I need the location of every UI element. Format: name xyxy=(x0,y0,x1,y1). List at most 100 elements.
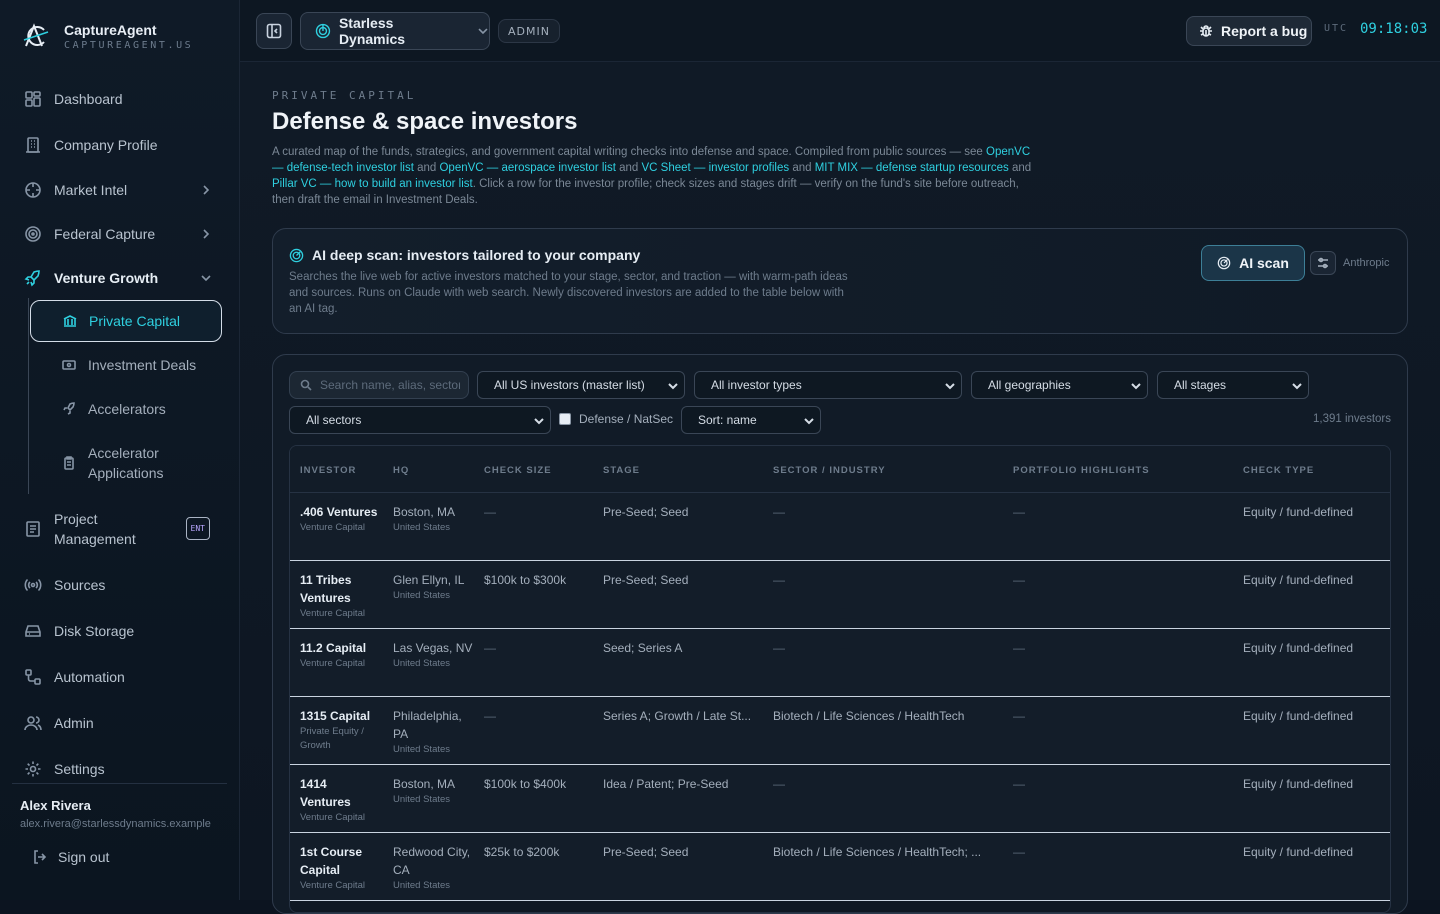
table-row[interactable]: 1st Course Capital Venture Capital Redwoo… xyxy=(290,833,1390,901)
sub-item-accelerators-label: Accelerators xyxy=(88,401,166,417)
broadcast-icon xyxy=(24,578,42,592)
sub-item-private-capital[interactable]: Private Capital xyxy=(30,300,222,342)
stage-cell: Series A; Growth / Late St... xyxy=(603,709,752,723)
provider-label: Anthropic xyxy=(1343,257,1390,269)
nav-admin[interactable]: Admin xyxy=(12,703,228,743)
column-header[interactable]: STAGE xyxy=(603,465,640,476)
chevron-down-icon xyxy=(668,383,678,390)
table-header: INVESTOR HQ CHECK SIZE STAGE SECTOR / IN… xyxy=(290,446,1390,493)
stage-select-value: All stages xyxy=(1174,378,1227,392)
column-header[interactable]: HQ xyxy=(393,465,409,476)
nav-project-management-label: Project Management xyxy=(54,511,136,547)
vc-sheet-link[interactable]: VC Sheet — investor profiles xyxy=(641,162,789,174)
ai-scan-button[interactable]: AI scan xyxy=(1201,245,1305,281)
table-row[interactable]: 11 Tribes Ventures Venture Capital Glen E… xyxy=(290,561,1390,629)
defense-natsec-checkbox[interactable] xyxy=(559,413,571,425)
nav-sources[interactable]: Sources xyxy=(12,565,228,605)
portfolio-cell: — xyxy=(1013,777,1025,791)
bug-icon xyxy=(1200,25,1212,37)
nav-federal-capture[interactable]: Federal Capture xyxy=(12,214,228,254)
nav-company-profile[interactable]: Company Profile xyxy=(12,125,228,165)
table-row[interactable]: 1315 Capital Private Equity / Growth Phil… xyxy=(290,697,1390,765)
stage-select[interactable]: All stages xyxy=(1157,371,1309,399)
toggle-sidebar-button[interactable] xyxy=(256,13,292,49)
investor-cell: 1414 Ventures Venture Capital xyxy=(300,775,380,825)
column-header[interactable]: PORTFOLIO HIGHLIGHTS xyxy=(1013,465,1150,476)
investor-name: 11.2 Capital xyxy=(300,641,367,655)
nav-venture-growth-label: Venture Growth xyxy=(54,270,159,286)
column-header[interactable]: CHECK SIZE xyxy=(484,465,552,476)
investor-cell: .406 Ventures Venture Capital xyxy=(300,503,380,535)
report-bug-label: Report a bug xyxy=(1221,23,1308,39)
check-size-cell: — xyxy=(484,505,496,519)
investor-type-select[interactable]: All investor types xyxy=(694,371,962,399)
table-row[interactable]: 1414 Ventures Venture Capital Boston, MA U… xyxy=(290,765,1390,833)
sort-select[interactable]: Sort: name xyxy=(681,406,821,434)
sector-cell: — xyxy=(773,641,785,655)
nav-market-intel-label: Market Intel xyxy=(54,182,128,198)
report-bug-button[interactable]: Report a bug xyxy=(1186,16,1312,46)
investor-type: Venture Capital xyxy=(300,522,365,533)
hq-city: Glen Ellyn, IL xyxy=(393,573,465,587)
nav-project-management[interactable]: Project Management ENT xyxy=(12,508,228,550)
nav-disk-storage-label: Disk Storage xyxy=(54,623,135,639)
defense-natsec-filter[interactable]: Defense / NatSec xyxy=(559,412,673,426)
investor-type: Venture Capital xyxy=(300,812,365,823)
org-switcher[interactable]: Starless Dynamics xyxy=(300,12,490,50)
investor-name: 1414 Ventures xyxy=(300,777,351,809)
sector-cell: — xyxy=(773,777,785,791)
chevron-down-icon xyxy=(201,275,211,282)
sector-select[interactable]: All sectors xyxy=(289,406,551,434)
column-header[interactable]: SECTOR / INDUSTRY xyxy=(773,465,886,476)
investor-cell: 1315 Capital Private Equity / Growth xyxy=(300,707,380,753)
geography-select[interactable]: All geographies xyxy=(971,371,1148,399)
topbar: Starless Dynamics ADMIN Report a bug UTC… xyxy=(240,0,1440,62)
investor-name: .406 Ventures xyxy=(300,505,378,519)
nav-dashboard[interactable]: Dashboard xyxy=(12,79,228,119)
table-row[interactable]: .406 Ventures Venture Capital Boston, MA U… xyxy=(290,493,1390,561)
table-row[interactable]: 11.2 Capital Venture Capital Las Vegas, N… xyxy=(290,629,1390,697)
nav-company-profile-label: Company Profile xyxy=(54,137,158,153)
investor-type: Venture Capital xyxy=(300,658,365,669)
portfolio-cell: — xyxy=(1013,573,1025,587)
log-out-icon xyxy=(34,850,47,864)
chevron-down-icon xyxy=(945,383,955,390)
bank-icon xyxy=(63,315,77,327)
search-input[interactable] xyxy=(320,378,460,392)
user-divider xyxy=(12,783,227,784)
check-type-cell: Equity / fund-defined xyxy=(1243,641,1354,655)
pillar-vc-link[interactable]: Pillar VC — how to build an investor lis… xyxy=(272,178,473,190)
nav-disk-storage[interactable]: Disk Storage xyxy=(12,611,228,651)
sub-item-accelerator-applications[interactable]: Accelerator Applications xyxy=(30,433,210,493)
sub-item-investment-deals[interactable]: Investment Deals xyxy=(30,345,222,385)
investor-cell: 11.2 Capital Venture Capital xyxy=(300,639,380,671)
mit-mix-link[interactable]: MIT MIX — defense startup resources xyxy=(815,162,1009,174)
sub-item-accelerators[interactable]: Accelerators xyxy=(30,389,222,429)
list-select[interactable]: All US investors (master list) xyxy=(477,371,685,399)
provider-settings-button[interactable] xyxy=(1310,251,1336,275)
banknote-icon xyxy=(62,360,76,370)
check-type-cell: Equity / fund-defined xyxy=(1243,505,1354,519)
column-header[interactable]: CHECK TYPE xyxy=(1243,465,1314,476)
brand-domain: CAPTUREAGENT.US xyxy=(64,39,194,51)
utc-label: UTC xyxy=(1324,23,1349,34)
brand-logo-icon xyxy=(23,23,49,47)
sign-out-button[interactable]: Sign out xyxy=(32,849,109,865)
portfolio-cell: — xyxy=(1013,641,1025,655)
nav-market-intel[interactable]: Market Intel xyxy=(12,170,228,210)
stage-cell: Pre-Seed; Seed xyxy=(603,573,689,587)
investor-type-select-value: All investor types xyxy=(711,378,802,392)
brand[interactable]: CaptureAgent CAPTUREAGENT.US xyxy=(20,20,193,52)
check-size-cell: — xyxy=(484,641,496,655)
nav-automation[interactable]: Automation xyxy=(12,657,228,697)
hq-city: Philadelphia, PA xyxy=(393,709,462,741)
openvc-aerospace-link[interactable]: OpenVC — aerospace investor list xyxy=(439,162,615,174)
ai-scan-title-text: AI deep scan: investors tailored to your… xyxy=(312,247,641,263)
target-icon xyxy=(25,226,41,242)
nav-venture-growth[interactable]: Venture Growth xyxy=(12,258,228,298)
column-header[interactable]: INVESTOR xyxy=(300,465,356,476)
search-field[interactable] xyxy=(289,371,469,399)
workflow-icon xyxy=(25,669,41,685)
rocket-icon xyxy=(63,402,75,415)
crosshair-icon xyxy=(25,182,41,198)
